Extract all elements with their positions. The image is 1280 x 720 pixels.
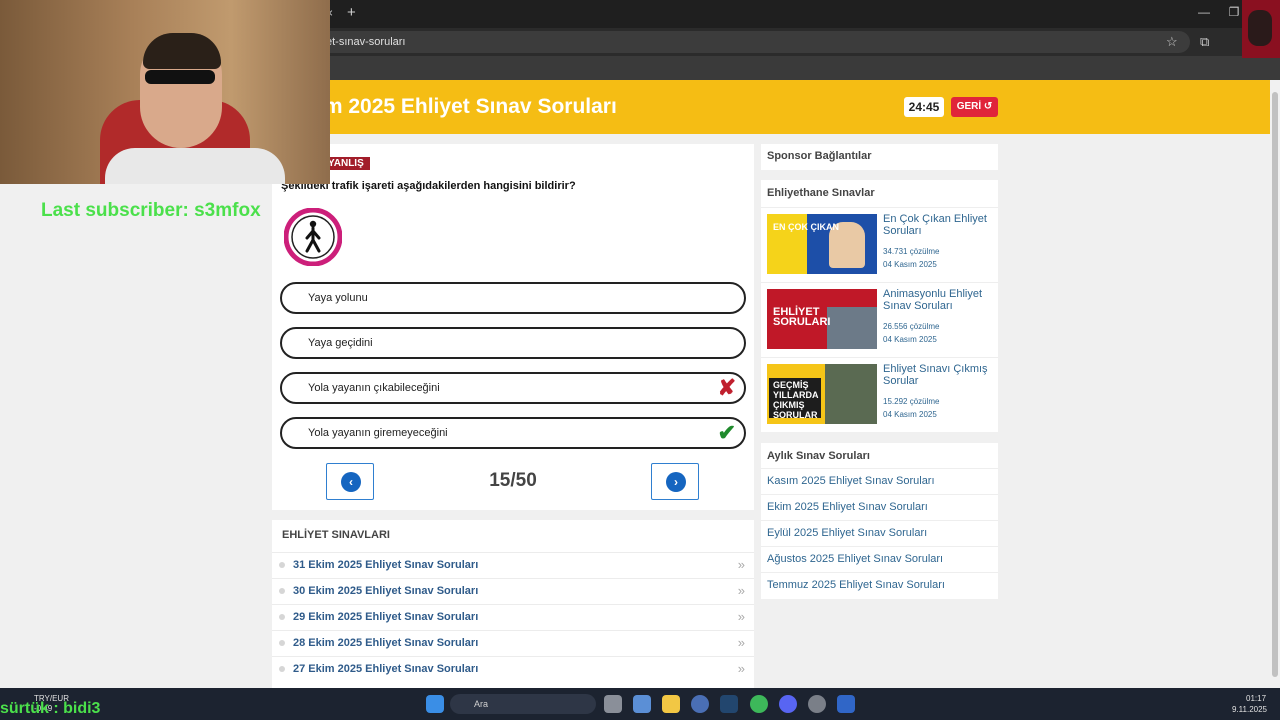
exam-link-label: 31 Ekim 2025 Ehliyet Sınav Soruları xyxy=(293,559,479,571)
wrong-answer-icon: ✘ xyxy=(717,375,736,400)
exam-link-label: 29 Ekim 2025 Ehliyet Sınav Soruları xyxy=(293,611,479,623)
monthly-link[interactable]: Kasım 2025 Ehliyet Sınav Soruları xyxy=(761,468,998,494)
answer-label: Yola yayanın çıkabileceğini xyxy=(308,382,440,394)
answer-label: Yola yayanın giremeyeceğini xyxy=(308,427,448,439)
exam-timer: 24:45 xyxy=(904,97,944,117)
webcam-hair xyxy=(143,33,221,69)
exam-link[interactable]: 31 Ekim 2025 Ehliyet Sınav Soruları » xyxy=(272,552,754,578)
double-chevron-icon: » xyxy=(737,635,745,650)
discord-icon[interactable] xyxy=(779,695,797,713)
test-card[interactable]: EN ÇOK ÇIKAN En Çok Çıkan Ehliyet Sorula… xyxy=(761,207,998,281)
app-icon[interactable] xyxy=(691,695,709,713)
double-chevron-icon: » xyxy=(737,557,745,572)
back-button[interactable]: GERİ ↺ xyxy=(951,97,998,117)
double-chevron-icon: » xyxy=(737,583,745,598)
test-card-date: 04 Kasım 2025 xyxy=(883,410,937,419)
exam-link[interactable]: 28 Ekim 2025 Ehliyet Sınav Soruları » xyxy=(272,630,754,656)
exam-link[interactable]: 29 Ekim 2025 Ehliyet Sınav Soruları » xyxy=(272,604,754,630)
app-icon-2[interactable] xyxy=(837,695,855,713)
test-card-date: 04 Kasım 2025 xyxy=(883,335,937,344)
maximize-icon[interactable]: ❐ xyxy=(1224,5,1244,19)
task-view-icon[interactable] xyxy=(604,695,622,713)
chevron-left-icon: ‹ xyxy=(341,472,361,492)
next-question-button[interactable]: › xyxy=(651,463,699,500)
answer-label: Yaya yolunu xyxy=(308,292,368,304)
thumb-caption: GEÇMİŞ YILLARDA ÇIKMIŞ SORULAR xyxy=(773,380,819,420)
answer-option-2[interactable]: Yaya geçidini xyxy=(280,327,746,359)
bullet-icon xyxy=(279,588,285,594)
file-explorer-icon[interactable] xyxy=(662,695,680,713)
test-thumbnail: EN ÇOK ÇIKAN xyxy=(767,214,877,274)
monthly-link[interactable]: Ağustos 2025 Ehliyet Sınav Soruları xyxy=(761,546,998,572)
stream-name-text: sürtük : bidi3 xyxy=(0,700,101,717)
steam-icon[interactable] xyxy=(720,695,738,713)
bullet-icon xyxy=(279,640,285,646)
test-card[interactable]: GEÇMİŞ YILLARDA ÇIKMIŞ SORULAR Ehliyet S… xyxy=(761,357,998,431)
chrome-icon[interactable] xyxy=(750,695,768,713)
extensions-icon[interactable]: ⧉ xyxy=(1200,34,1209,50)
test-card[interactable]: EHLİYET SORULARI Animasyonlu Ehliyet Sın… xyxy=(761,282,998,356)
answer-option-3[interactable]: Yola yayanın çıkabileceğini ✘ xyxy=(280,372,746,404)
test-thumbnail: EHLİYET SORULARI xyxy=(767,289,877,349)
windows-start-icon[interactable] xyxy=(426,695,444,713)
sponsor-title: Sponsor Bağlantılar xyxy=(767,150,872,162)
monthly-link[interactable]: Ekim 2025 Ehliyet Sınav Soruları xyxy=(761,494,998,520)
bullet-icon xyxy=(279,562,285,568)
test-card-title: Ehliyet Sınavı Çıkmış Sorular xyxy=(883,363,988,387)
tests-title: Ehliyethane Sınavlar xyxy=(767,187,875,199)
test-thumbnail: GEÇMİŞ YILLARDA ÇIKMIŞ SORULAR xyxy=(767,364,877,424)
answer-option-1[interactable]: Yaya yolunu xyxy=(280,282,746,314)
bullet-icon xyxy=(279,666,285,672)
test-card-solves: 34.731 çözülme xyxy=(883,247,940,256)
new-tab-icon[interactable]: + xyxy=(347,4,356,21)
minimize-icon[interactable]: — xyxy=(1194,5,1214,19)
chevron-right-icon: › xyxy=(666,472,686,492)
bullet-icon xyxy=(279,614,285,620)
double-chevron-icon: » xyxy=(737,609,745,624)
obs-icon[interactable] xyxy=(808,695,826,713)
exam-link-label: 27 Ekim 2025 Ehliyet Sınav Soruları xyxy=(293,663,479,675)
exam-link[interactable]: 30 Ekim 2025 Ehliyet Sınav Soruları » xyxy=(272,578,754,604)
page-title: im 2025 Ehliyet Sınav Soruları xyxy=(318,95,617,118)
test-card-solves: 15.292 çözülme xyxy=(883,397,940,406)
test-card-title: En Çok Çıkan Ehliyet Soruları xyxy=(883,213,987,237)
clock-date[interactable]: 9.11.2025 xyxy=(1232,705,1267,714)
webcam-glasses xyxy=(145,70,215,84)
thumb-caption: EHLİYET SORULARI xyxy=(773,306,831,328)
taskbar-search[interactable]: Ara xyxy=(450,694,596,714)
exam-link[interactable]: 27 Ekim 2025 Ehliyet Sınav Soruları » xyxy=(272,656,754,682)
test-card-solves: 26.556 çözülme xyxy=(883,322,940,331)
url-field[interactable]: et-sınav-soruları xyxy=(290,31,1190,53)
scrollbar-thumb[interactable] xyxy=(1272,92,1278,677)
webcam-overlay xyxy=(0,0,330,184)
previous-question-button[interactable]: ‹ xyxy=(326,463,374,500)
mini-webcam-figure xyxy=(1248,10,1272,46)
answer-option-4[interactable]: Yola yayanın giremeyeceğini ✔ xyxy=(280,417,746,449)
test-card-date: 04 Kasım 2025 xyxy=(883,260,937,269)
double-chevron-icon: » xyxy=(737,661,745,676)
calculator-icon[interactable] xyxy=(633,695,651,713)
exams-title: EHLİYET SINAVLARI xyxy=(282,529,390,541)
webcam-shirt xyxy=(105,148,285,184)
thumb-caption: EN ÇOK ÇIKAN xyxy=(773,222,840,232)
bookmark-star-icon[interactable]: ☆ xyxy=(1166,34,1178,50)
exam-link-label: 30 Ekim 2025 Ehliyet Sınav Soruları xyxy=(293,585,479,597)
answer-label: Yaya geçidini xyxy=(308,337,373,349)
last-subscriber-text: Last subscriber: s3mfox xyxy=(41,200,261,221)
monthly-link[interactable]: Eylül 2025 Ehliyet Sınav Soruları xyxy=(761,520,998,546)
pedestrian-sign-icon xyxy=(284,208,342,266)
clock-time[interactable]: 01:17 xyxy=(1246,694,1266,703)
question-counter: 15/50 xyxy=(489,470,537,491)
monthly-title: Aylık Sınav Soruları xyxy=(767,450,870,462)
test-card-title: Animasyonlu Ehliyet Sınav Soruları xyxy=(883,288,983,312)
exam-link-label: 28 Ekim 2025 Ehliyet Sınav Soruları xyxy=(293,637,479,649)
correct-answer-icon: ✔ xyxy=(717,420,736,445)
monthly-link[interactable]: Temmuz 2025 Ehliyet Sınav Soruları xyxy=(761,572,998,598)
